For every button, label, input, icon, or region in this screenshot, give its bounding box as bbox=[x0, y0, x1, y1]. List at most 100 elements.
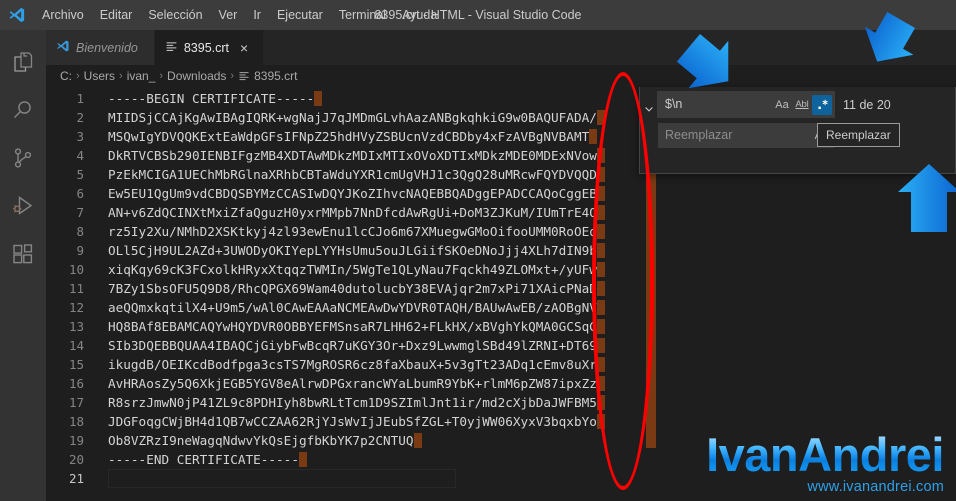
menu-item-ir[interactable]: Ir bbox=[245, 4, 269, 26]
code-line[interactable]: AN+v6ZdQCINXtMxiZfaQguzH0yxrMMpb7NnDfcdA… bbox=[108, 203, 605, 222]
code-line-text: -----END CERTIFICATE----- bbox=[108, 452, 299, 467]
chevron-down-icon[interactable] bbox=[640, 91, 658, 169]
extensions-icon[interactable] bbox=[0, 230, 46, 278]
code-line-text: 7BZy1SbsOFU5Q9D8/RhcQPGX69Wam40dutolucbY… bbox=[108, 281, 597, 296]
tab-bienvenido[interactable]: Bienvenido bbox=[46, 30, 155, 65]
vscode-logo-icon bbox=[56, 39, 70, 56]
code-line[interactable]: PzEkMCIGA1UEChMbRGlnaXRhbCBTaWduYXR1cmUg… bbox=[108, 165, 605, 184]
breadcrumb-item-drive[interactable]: C: bbox=[60, 69, 72, 83]
file-lines-icon bbox=[238, 70, 250, 82]
code-line[interactable]: MIIDSjCCAjKgAwIBAgIQRK+wgNajJ7qJMDmGLvhA… bbox=[108, 108, 605, 127]
tab-label: Bienvenido bbox=[76, 40, 138, 55]
line-number: 17 bbox=[68, 395, 84, 410]
line-number: 20 bbox=[68, 452, 84, 467]
search-input-value[interactable]: $\n bbox=[665, 93, 772, 116]
file-lines-icon bbox=[165, 40, 178, 56]
code-line[interactable]: MSQwIgYDVQQKExtEaWdpGFsIFNpZ25hdHVyZSBUc… bbox=[108, 127, 605, 146]
line-number: 7 bbox=[76, 205, 84, 220]
breadcrumb-item-users[interactable]: Users bbox=[84, 69, 115, 83]
find-row: $\n Aa Abl 11 de 20 bbox=[657, 91, 951, 118]
line-number: 12 bbox=[68, 300, 84, 315]
find-match-highlight bbox=[596, 262, 605, 277]
vscode-logo-icon bbox=[0, 0, 34, 30]
current-line-highlight bbox=[108, 469, 456, 488]
explorer-icon[interactable] bbox=[0, 38, 46, 86]
line-number: 21 bbox=[68, 471, 84, 486]
menu-item-terminal[interactable]: Terminal bbox=[331, 4, 394, 26]
line-number: 19 bbox=[68, 433, 84, 448]
code-line[interactable]: SIb3DQEBBQUAA4IBAQCjGiybFwBcqR7uKGY3Or+D… bbox=[108, 336, 605, 355]
vscode-window: Archivo Editar Selección Ver Ir Ejecutar… bbox=[0, 0, 956, 501]
find-match-highlight bbox=[596, 395, 605, 410]
menu-item-seleccion[interactable]: Selección bbox=[140, 4, 210, 26]
close-icon[interactable]: × bbox=[235, 41, 253, 55]
replace-row: Reemplazar AB c b bbox=[658, 122, 951, 149]
code-content[interactable]: -----BEGIN CERTIFICATE----- MIIDSjCCAjKgA… bbox=[108, 87, 605, 501]
match-whole-word-icon[interactable]: Abl bbox=[792, 95, 812, 115]
menu-item-ver[interactable]: Ver bbox=[211, 4, 246, 26]
menu-bar[interactable]: Archivo Editar Selección Ver Ir Ejecutar… bbox=[34, 0, 445, 30]
code-line[interactable]: rz5Iy2Xu/NMhD2XSKtkyj4zl93ewEnu1lcCJo6m6… bbox=[108, 222, 605, 241]
source-control-icon[interactable] bbox=[0, 134, 46, 182]
line-number: 8 bbox=[76, 224, 84, 239]
find-match-highlight bbox=[596, 243, 605, 258]
tooltip-reemplazar: Reemplazar bbox=[817, 123, 900, 147]
find-match-highlight bbox=[596, 357, 605, 372]
code-line[interactable]: aeQQmxkqtilX4+U9m5/wAl0CAwEAAaNCMEAwDwYD… bbox=[108, 298, 605, 317]
menu-item-archivo[interactable]: Archivo bbox=[34, 4, 92, 26]
code-line[interactable]: R8srzJmwN0jP41ZL9c8PDHIyh8bwRLtTcm1D9SZI… bbox=[108, 393, 605, 412]
run-debug-icon[interactable] bbox=[0, 182, 46, 230]
code-line-text: xiqKqy69cK3FCxolkHRyxXtqqzTWMIn/5WgTe1QL… bbox=[108, 262, 597, 277]
find-match-highlight bbox=[596, 300, 605, 315]
code-line[interactable]: HQ8BAf8EBAMCAQYwHQYDVR0OBBYEFMSnsaR7LHH6… bbox=[108, 317, 605, 336]
menu-item-ayuda[interactable]: Ayuda bbox=[394, 4, 445, 26]
title-bar: Archivo Editar Selección Ver Ir Ejecutar… bbox=[0, 0, 956, 30]
find-replace-widget[interactable]: $\n Aa Abl 11 de 20 Reemplazar bbox=[639, 87, 956, 174]
code-line[interactable]: xiqKqy69cK3FCxolkHRyxXtqqzTWMIn/5WgTe1QL… bbox=[108, 260, 605, 279]
search-input[interactable]: $\n Aa Abl bbox=[657, 91, 835, 118]
breadcrumb-separator: › bbox=[159, 70, 164, 82]
code-line[interactable]: -----END CERTIFICATE----- bbox=[108, 450, 605, 469]
code-line-text: AN+v6ZdQCINXtMxiZfaQguzH0yxrMMpb7NnDfcdA… bbox=[108, 205, 597, 220]
find-match-highlight bbox=[589, 129, 598, 144]
code-line-text: JDGFoqgCWjBH4d1QB7wCCZAA62RjYJsWvIjJEubS… bbox=[108, 414, 597, 429]
line-number: 16 bbox=[68, 376, 84, 391]
code-line-text: Ob8VZRzI9neWagqNdwvYkQsEjgfbKbYK7p2CNTUQ bbox=[108, 433, 414, 448]
code-line[interactable]: Ob8VZRzI9neWagqNdwvYkQsEjgfbKbYK7p2CNTUQ bbox=[108, 431, 605, 450]
code-line-text: MSQwIgYDVQQKExtEaWdpGFsIFNpZ25hdHVyZSBUc… bbox=[108, 129, 590, 144]
breadcrumb: C: › Users › ivan_ › Downloads › 8395.cr… bbox=[46, 65, 956, 87]
code-line[interactable]: DkRTVCBSb290IENBIFgzMB4XDTAwMDkzMDIxMTIx… bbox=[108, 146, 605, 165]
line-number: 11 bbox=[68, 281, 84, 296]
code-line[interactable]: AvHRAosZy5Q6XkjEGB5YGV8eAlrwDPGxrancWYaL… bbox=[108, 374, 605, 393]
find-match-highlight bbox=[596, 186, 605, 201]
tab-8395-crt[interactable]: 8395.crt × bbox=[154, 30, 265, 65]
find-match-highlight bbox=[596, 148, 605, 163]
code-line[interactable]: Ew5EU1QgUm9vdCBDQSBYMzCCASIwDQYJKoZIhvcN… bbox=[108, 184, 605, 203]
code-line-text: SIb3DQEBBQUAA4IBAQCjGiybFwBcqR7uKGY3Or+D… bbox=[108, 338, 597, 353]
line-number: 15 bbox=[68, 357, 84, 372]
breadcrumb-item-downloads[interactable]: Downloads bbox=[167, 69, 226, 83]
find-replace-rows: $\n Aa Abl 11 de 20 Reemplazar bbox=[657, 91, 951, 169]
tab-bar: Bienvenido 8395.crt × bbox=[46, 30, 956, 65]
match-case-icon[interactable]: Aa bbox=[772, 95, 792, 115]
code-line-text: -----BEGIN CERTIFICATE----- bbox=[108, 91, 315, 106]
code-line[interactable]: JDGFoqgCWjBH4d1QB7wCCZAA62RjYJsWvIjJEubS… bbox=[108, 412, 605, 431]
code-line[interactable]: OLl5CjH9UL2AZd+3UWODyOKIYepLYYHsUmu5ouJL… bbox=[108, 241, 605, 260]
menu-item-ejecutar[interactable]: Ejecutar bbox=[269, 4, 331, 26]
menu-item-editar[interactable]: Editar bbox=[92, 4, 141, 26]
replace-input[interactable]: Reemplazar AB bbox=[658, 123, 834, 148]
watermark-url: www.ivanandrei.com bbox=[807, 479, 944, 495]
code-line[interactable]: 7BZy1SbsOFU5Q9D8/RhcQPGX69Wam40dutolucbY… bbox=[108, 279, 605, 298]
code-line-text: R8srzJmwN0jP41ZL9c8PDHIyh8bwRLtTcm1D9SZI… bbox=[108, 395, 597, 410]
replace-input-placeholder[interactable]: Reemplazar bbox=[665, 124, 812, 147]
use-regex-icon[interactable] bbox=[812, 94, 832, 115]
breadcrumb-item-ivan[interactable]: ivan_ bbox=[127, 69, 156, 83]
find-match-highlight bbox=[596, 205, 605, 220]
search-icon[interactable] bbox=[0, 86, 46, 134]
code-line[interactable]: -----BEGIN CERTIFICATE----- bbox=[108, 89, 605, 108]
code-line-text: Ew5EU1QgUm9vdCBDQSBYMzCCASIwDQYJKoZIhvcN… bbox=[108, 186, 597, 201]
code-line[interactable]: ikugdB/OEIKcdBodfpga3csTS7MgROSR6cz8faXb… bbox=[108, 355, 605, 374]
match-count-label: 11 de 20 bbox=[843, 97, 891, 112]
breadcrumb-item-file[interactable]: 8395.crt bbox=[254, 69, 297, 83]
find-match-highlight bbox=[596, 376, 605, 391]
